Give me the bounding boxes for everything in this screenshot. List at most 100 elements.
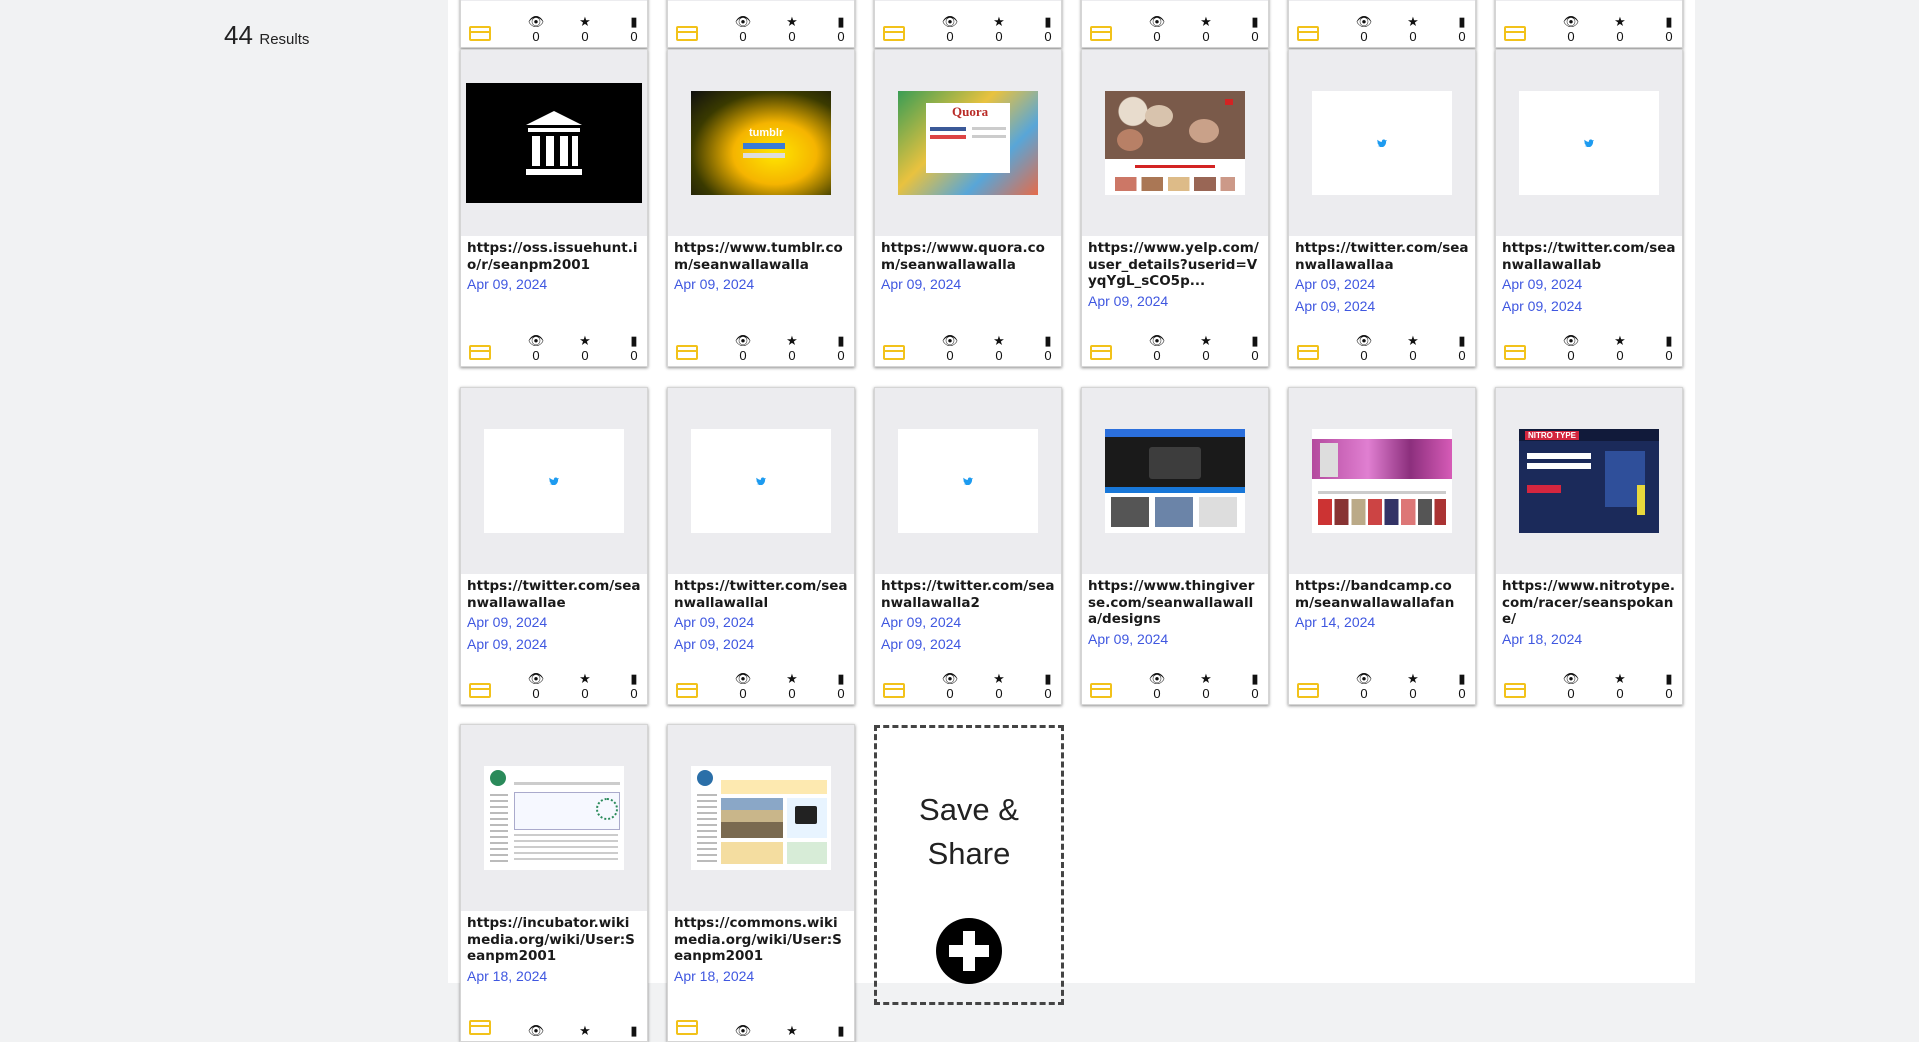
comment-icon[interactable]: ▮ <box>1654 334 1684 348</box>
comment-icon[interactable]: ▮ <box>1447 334 1477 348</box>
folder-icon[interactable] <box>469 26 491 41</box>
star-icon[interactable]: ★ <box>1605 15 1635 29</box>
comment-icon[interactable]: ▮ <box>1033 334 1063 348</box>
star-icon[interactable]: ★ <box>570 1024 600 1038</box>
result-card[interactable]: https://commons.wikimedia.org/wiki/User:… <box>667 724 855 1042</box>
result-card[interactable]: https://twitter.com/seanwallawallab Apr 0… <box>1495 49 1683 367</box>
card-url[interactable] <box>1082 1 1268 5</box>
save-share-card[interactable]: Save & Share <box>874 725 1064 1005</box>
folder-icon[interactable] <box>1297 26 1319 41</box>
folder-icon[interactable] <box>883 26 905 41</box>
comment-icon[interactable]: ▮ <box>1447 15 1477 29</box>
folder-icon[interactable] <box>1297 683 1319 698</box>
card-url[interactable]: https://commons.wikimedia.org/wiki/User:… <box>668 911 854 965</box>
star-icon[interactable]: ★ <box>1605 334 1635 348</box>
folder-icon[interactable] <box>676 1020 698 1035</box>
comment-icon[interactable]: ▮ <box>619 672 649 686</box>
star-icon[interactable]: ★ <box>1398 334 1428 348</box>
result-card[interactable]: https://oss.issuehunt.io/r/seanpm2001 Apr… <box>460 49 648 367</box>
card-url[interactable]: https://www.thingiverse.com/seanwallawal… <box>1082 574 1268 628</box>
star-icon[interactable]: ★ <box>1605 672 1635 686</box>
comment-icon[interactable]: ▮ <box>1240 672 1270 686</box>
card-thumbnail[interactable]: NITRO TYPE <box>1496 388 1682 574</box>
comment-icon[interactable]: ▮ <box>1654 15 1684 29</box>
result-card[interactable]: 👁︎ 0 ★ 0 ▮ 0 <box>1495 0 1683 48</box>
result-card[interactable]: https://incubator.wikimedia.org/wiki/Use… <box>460 724 648 1042</box>
card-url[interactable] <box>1496 1 1682 5</box>
star-icon[interactable]: ★ <box>777 672 807 686</box>
plus-circle-icon[interactable] <box>936 918 1002 984</box>
result-card[interactable]: 👁︎ 0 ★ 0 ▮ 0 <box>1288 0 1476 48</box>
card-thumbnail[interactable] <box>668 388 854 574</box>
star-icon[interactable]: ★ <box>984 672 1014 686</box>
comment-icon[interactable]: ▮ <box>1033 15 1063 29</box>
result-card[interactable]: 👁︎ 0 ★ 0 ▮ 0 <box>667 0 855 48</box>
result-card[interactable]: https://twitter.com/seanwallawallal Apr 0… <box>667 387 855 705</box>
folder-icon[interactable] <box>676 26 698 41</box>
folder-icon[interactable] <box>1504 345 1526 360</box>
result-card[interactable]: 👁︎ 0 ★ 0 ▮ 0 <box>460 0 648 48</box>
star-icon[interactable]: ★ <box>984 15 1014 29</box>
card-url[interactable]: https://incubator.wikimedia.org/wiki/Use… <box>461 911 647 965</box>
result-card[interactable]: https://www.yelp.com/user_details?userid… <box>1081 49 1269 367</box>
folder-icon[interactable] <box>676 345 698 360</box>
star-icon[interactable]: ★ <box>1191 672 1221 686</box>
folder-icon[interactable] <box>676 683 698 698</box>
star-icon[interactable]: ★ <box>1398 672 1428 686</box>
star-icon[interactable]: ★ <box>777 334 807 348</box>
comment-icon[interactable]: ▮ <box>1240 15 1270 29</box>
folder-icon[interactable] <box>1090 345 1112 360</box>
folder-icon[interactable] <box>469 1020 491 1035</box>
card-thumbnail[interactable]: tumblr <box>668 50 854 236</box>
folder-icon[interactable] <box>1090 26 1112 41</box>
comment-icon[interactable]: ▮ <box>619 15 649 29</box>
card-thumbnail[interactable] <box>668 725 854 911</box>
card-url[interactable] <box>1289 1 1475 5</box>
comment-icon[interactable]: ▮ <box>826 672 856 686</box>
star-icon[interactable]: ★ <box>777 15 807 29</box>
star-icon[interactable]: ★ <box>777 1024 807 1038</box>
card-thumbnail[interactable] <box>1289 50 1475 236</box>
result-card[interactable]: Quora https://www.quora.com/seanwallawall… <box>874 49 1062 367</box>
result-card[interactable]: https://bandcamp.com/seanwallawallafan Ap… <box>1288 387 1476 705</box>
star-icon[interactable]: ★ <box>570 15 600 29</box>
result-card[interactable]: 👁︎ 0 ★ 0 ▮ 0 <box>1081 0 1269 48</box>
star-icon[interactable]: ★ <box>984 334 1014 348</box>
folder-icon[interactable] <box>1090 683 1112 698</box>
card-url[interactable] <box>875 1 1061 5</box>
star-icon[interactable]: ★ <box>1398 15 1428 29</box>
card-thumbnail[interactable] <box>875 388 1061 574</box>
card-thumbnail[interactable] <box>1496 50 1682 236</box>
comment-icon[interactable]: ▮ <box>619 334 649 348</box>
result-card[interactable]: NITRO TYPE https://www.nitrotype.com/race… <box>1495 387 1683 705</box>
card-thumbnail[interactable] <box>461 725 647 911</box>
folder-icon[interactable] <box>469 683 491 698</box>
card-thumbnail[interactable] <box>1082 388 1268 574</box>
result-card[interactable]: https://twitter.com/seanwallawallae Apr 0… <box>460 387 648 705</box>
card-url[interactable]: https://oss.issuehunt.io/r/seanpm2001 <box>461 236 647 273</box>
result-card[interactable]: 👁︎ 0 ★ 0 ▮ 0 <box>874 0 1062 48</box>
card-thumbnail[interactable] <box>461 388 647 574</box>
comment-icon[interactable]: ▮ <box>1654 672 1684 686</box>
folder-icon[interactable] <box>1297 345 1319 360</box>
card-thumbnail[interactable] <box>1082 50 1268 236</box>
card-url[interactable]: https://twitter.com/seanwallawalla2 <box>875 574 1061 611</box>
star-icon[interactable]: ★ <box>1191 334 1221 348</box>
star-icon[interactable]: ★ <box>570 672 600 686</box>
result-card[interactable]: tumblr https://www.tumblr.com/seanwallawa… <box>667 49 855 367</box>
card-url[interactable]: https://twitter.com/seanwallawallab <box>1496 236 1682 273</box>
card-url[interactable]: https://www.yelp.com/user_details?userid… <box>1082 236 1268 290</box>
result-card[interactable]: https://www.thingiverse.com/seanwallawal… <box>1081 387 1269 705</box>
comment-icon[interactable]: ▮ <box>826 334 856 348</box>
folder-icon[interactable] <box>883 345 905 360</box>
card-url[interactable]: https://www.tumblr.com/seanwallawalla <box>668 236 854 273</box>
comment-icon[interactable]: ▮ <box>826 15 856 29</box>
comment-icon[interactable]: ▮ <box>1240 334 1270 348</box>
folder-icon[interactable] <box>469 345 491 360</box>
star-icon[interactable]: ★ <box>570 334 600 348</box>
folder-icon[interactable] <box>1504 683 1526 698</box>
result-card[interactable]: https://twitter.com/seanwallawalla2 Apr 0… <box>874 387 1062 705</box>
card-url[interactable]: https://bandcamp.com/seanwallawallafan <box>1289 574 1475 611</box>
folder-icon[interactable] <box>883 683 905 698</box>
card-url[interactable]: https://twitter.com/seanwallawallaa <box>1289 236 1475 273</box>
